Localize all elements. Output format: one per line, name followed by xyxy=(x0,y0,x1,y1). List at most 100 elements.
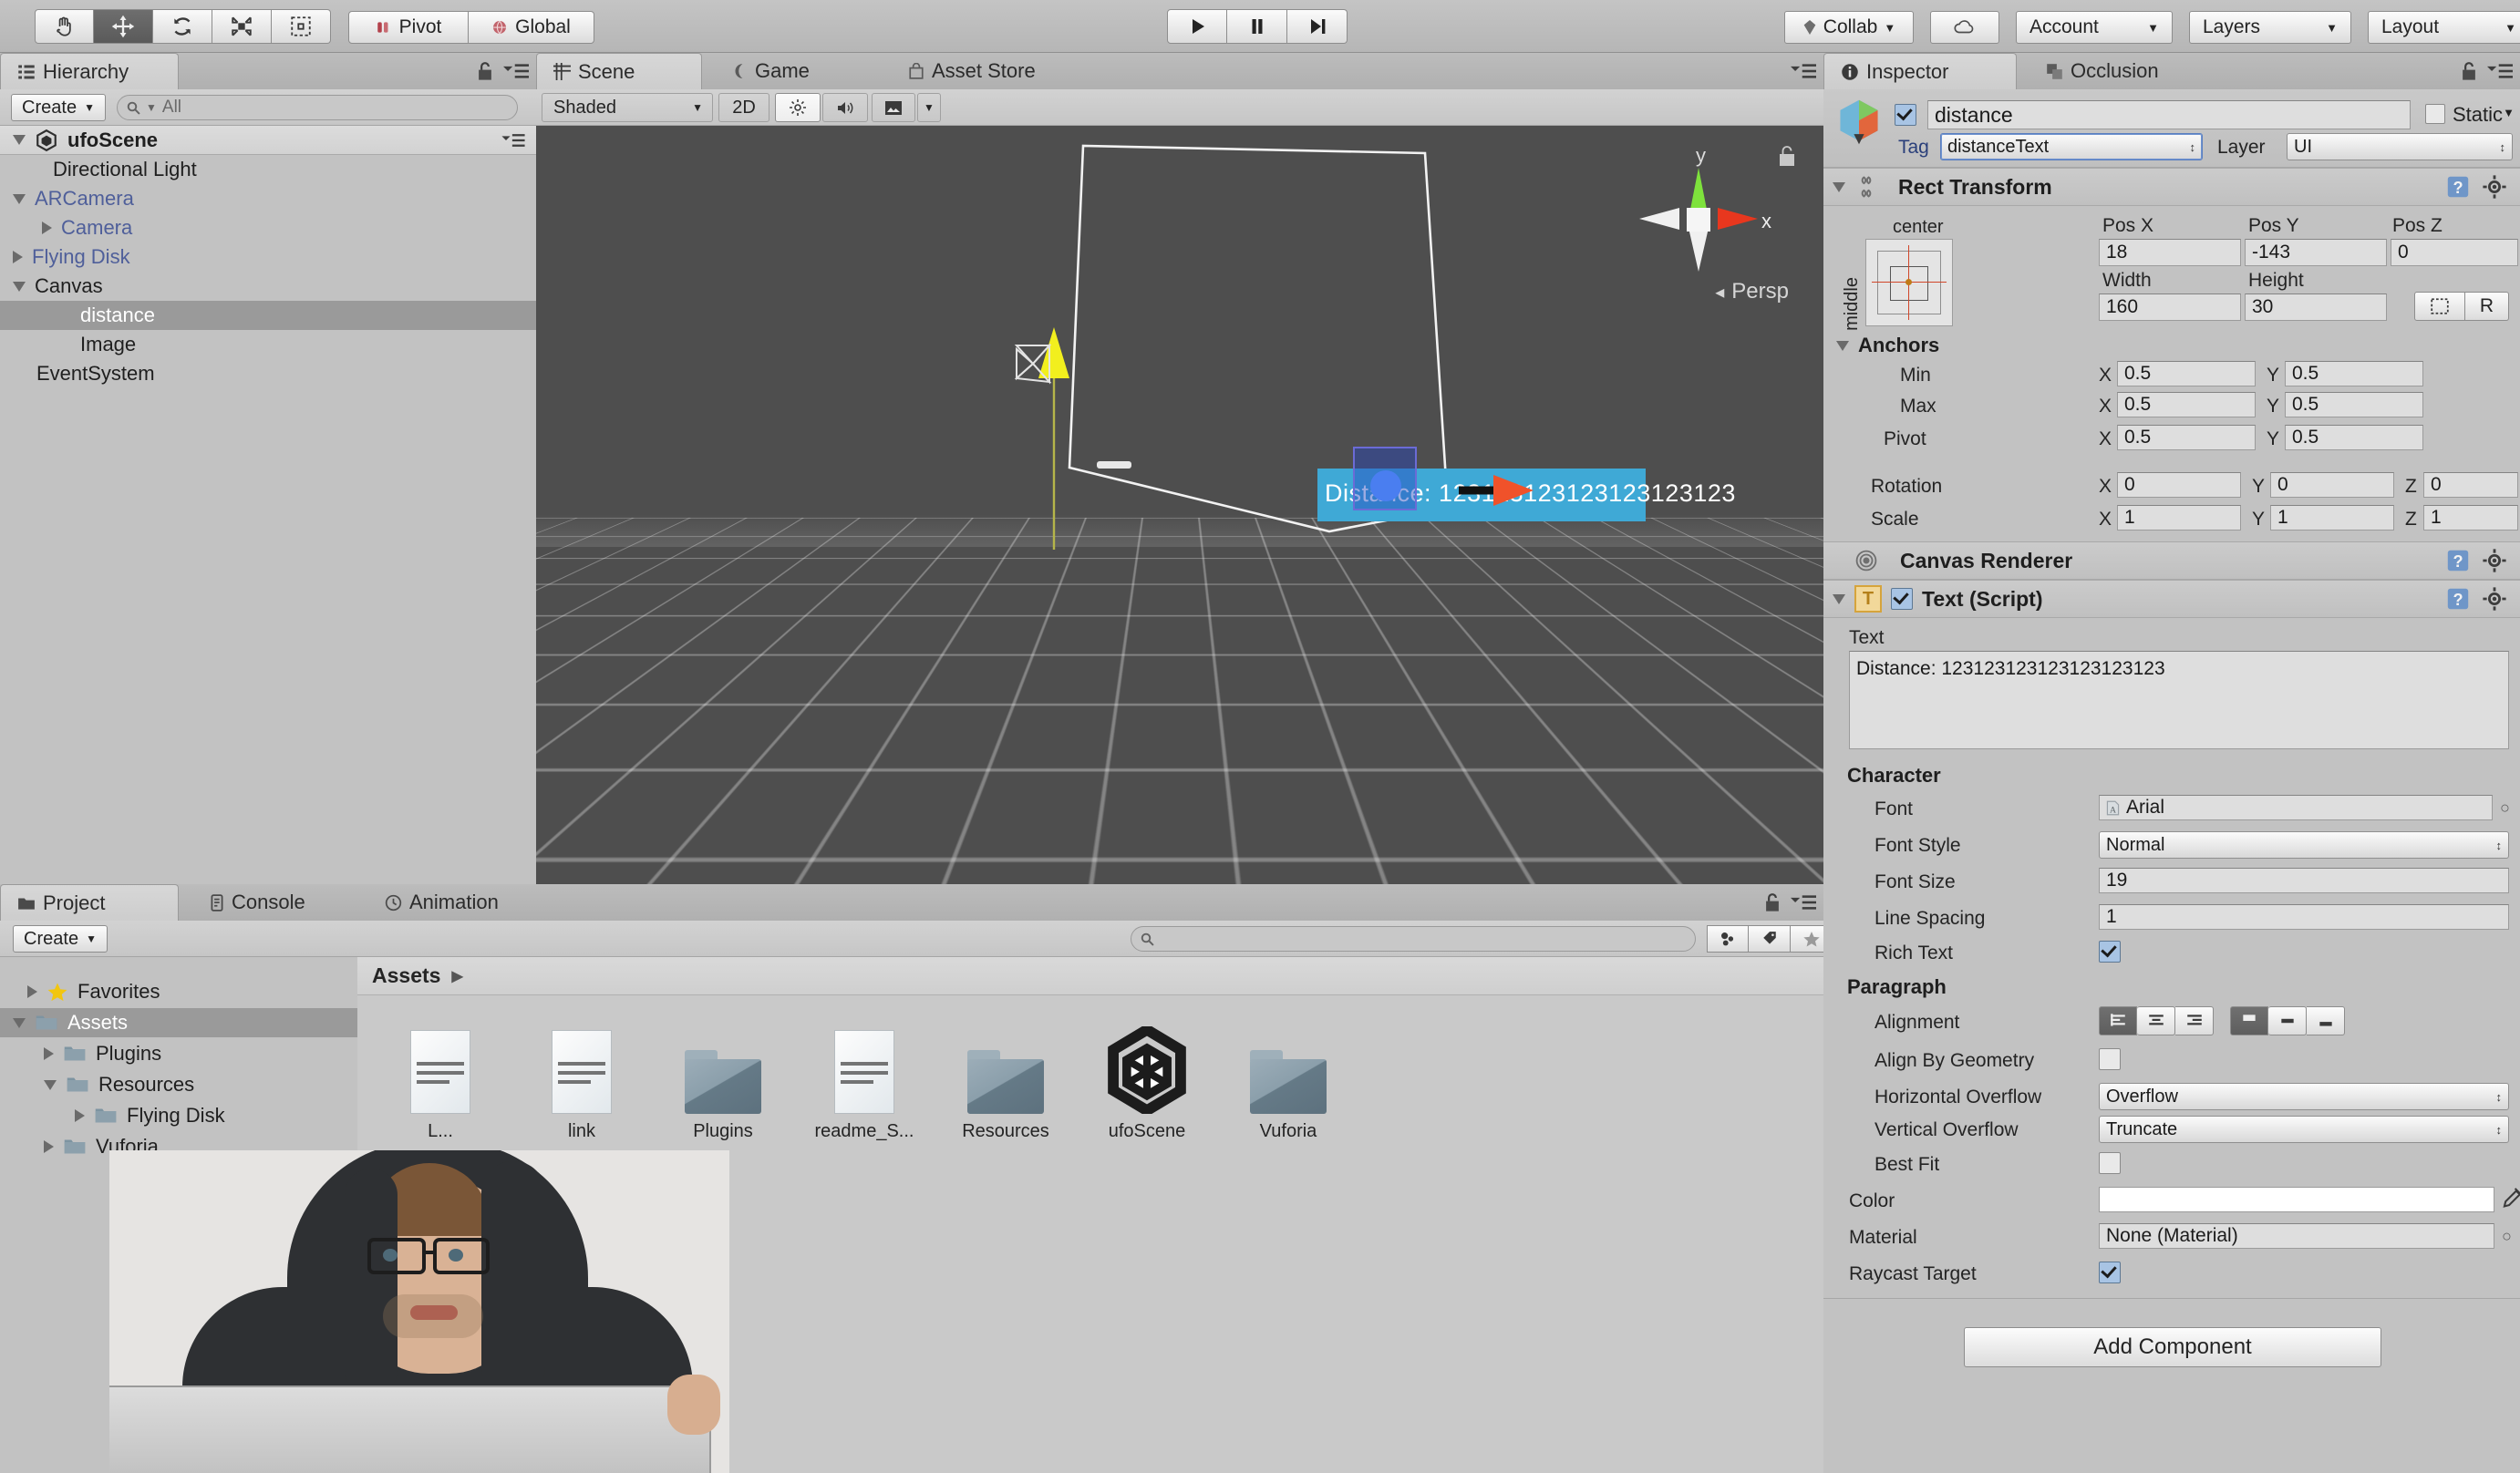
canvas-renderer-header[interactable]: Canvas Renderer ? xyxy=(1823,541,2520,580)
anchor-max-y-input[interactable]: 0.5 xyxy=(2285,392,2423,417)
cloud-button[interactable] xyxy=(1930,11,1999,44)
global-toggle[interactable]: Global xyxy=(469,11,594,44)
pos-x-input[interactable]: 18 xyxy=(2099,239,2241,266)
height-input[interactable]: 30 xyxy=(2245,294,2387,321)
asset-item[interactable]: Resources xyxy=(946,1012,1065,1142)
tag-dropdown[interactable]: distanceText ↕ xyxy=(1940,133,2203,160)
tab-animation[interactable]: Animation xyxy=(368,884,515,921)
project-lock-icon[interactable] xyxy=(1763,892,1782,918)
font-style-dropdown[interactable]: Normal ↕ xyxy=(2099,831,2509,859)
draw-mode-dropdown[interactable]: Shaded ▼ xyxy=(542,93,713,122)
lighting-toggle-button[interactable] xyxy=(775,93,821,122)
tab-game[interactable]: Game xyxy=(715,53,826,89)
hierarchy-item-eventsystem[interactable]: EventSystem xyxy=(0,359,536,388)
move-gizmo-x-arrow[interactable] xyxy=(1457,468,1566,513)
scale-tool[interactable] xyxy=(212,9,272,44)
tab-inspector[interactable]: Inspector xyxy=(1823,53,2017,89)
align-top-icon[interactable] xyxy=(2230,1006,2268,1035)
raw-edit-button[interactable]: R xyxy=(2465,292,2509,321)
gear-icon[interactable] xyxy=(2482,174,2507,200)
align-center-icon[interactable] xyxy=(2137,1006,2175,1035)
breadcrumb[interactable]: Assets ▶ xyxy=(357,957,1823,995)
tab-hierarchy[interactable]: Hierarchy xyxy=(0,53,179,89)
scene-orientation-gizmo[interactable]: y x xyxy=(1621,144,1776,290)
add-component-button[interactable]: Add Component xyxy=(1964,1327,2381,1367)
anchors-twisty-icon[interactable] xyxy=(1836,340,1849,351)
hierarchy-lock-icon[interactable] xyxy=(476,61,494,87)
rect-transform-header[interactable]: Rect Transform ? xyxy=(1823,168,2520,206)
hierarchy-item-arcamera[interactable]: ARCamera xyxy=(0,184,536,213)
scene-menu-icon[interactable] xyxy=(1791,63,1816,85)
project-menu-icon[interactable] xyxy=(1791,894,1816,916)
scene-viewport[interactable]: Distance: 123123123123123123123 y x ◂ Pe… xyxy=(536,126,1823,932)
toggle-2d-button[interactable]: 2D xyxy=(718,93,769,122)
rect-transform-twisty-icon[interactable] xyxy=(1833,181,1845,192)
twisty-icon[interactable] xyxy=(27,985,37,998)
scene-projection-label[interactable]: ◂ Persp xyxy=(1715,279,1789,304)
twisty-icon[interactable] xyxy=(44,1047,54,1060)
step-button[interactable] xyxy=(1287,9,1348,44)
text-script-twisty-icon[interactable] xyxy=(1833,593,1845,604)
play-button[interactable] xyxy=(1167,9,1227,44)
hierarchy-item-image[interactable]: Image xyxy=(0,330,536,359)
best-fit-checkbox[interactable] xyxy=(2099,1152,2121,1174)
hand-tool[interactable] xyxy=(35,9,94,44)
scene-gizmo-lock-icon[interactable] xyxy=(1776,144,1800,170)
help-icon[interactable]: ? xyxy=(2445,548,2471,573)
inspector-menu-icon[interactable] xyxy=(2487,63,2513,85)
gear-icon[interactable] xyxy=(2482,586,2507,612)
asset-item[interactable]: Plugins xyxy=(664,1012,782,1142)
move-tool[interactable] xyxy=(94,9,153,44)
material-picker-icon[interactable]: ○ xyxy=(2502,1227,2512,1246)
tab-scene[interactable]: Scene xyxy=(536,53,702,89)
horizontal-overflow-dropdown[interactable]: Overflow ↕ xyxy=(2099,1083,2509,1110)
label-filter-icon[interactable] xyxy=(1749,925,1791,953)
vertical-overflow-dropdown[interactable]: Truncate ↕ xyxy=(2099,1116,2509,1143)
layers-dropdown[interactable]: Layers ▼ xyxy=(2189,11,2351,44)
hierarchy-item-distance[interactable]: distance xyxy=(0,301,536,330)
asset-item[interactable]: ufoScene xyxy=(1088,1012,1206,1142)
pivot-x-input[interactable]: 0.5 xyxy=(2117,425,2256,450)
twisty-icon[interactable] xyxy=(13,281,26,292)
static-checkbox[interactable] xyxy=(2425,104,2445,124)
width-input[interactable]: 160 xyxy=(2099,294,2241,321)
text-script-header[interactable]: T Text (Script) ? xyxy=(1823,580,2520,618)
inspector-lock-icon[interactable] xyxy=(2460,61,2478,87)
hierarchy-item-canvas[interactable]: Canvas xyxy=(0,272,536,301)
twisty-icon[interactable] xyxy=(13,1017,26,1028)
hierarchy-search-input[interactable]: ▼ All xyxy=(117,95,518,120)
anchor-preset-box[interactable] xyxy=(1865,239,1953,326)
effects-dropdown-arrow[interactable]: ▼ xyxy=(917,93,941,122)
font-object-field[interactable]: A Arial xyxy=(2099,795,2493,820)
rotation-z-input[interactable]: 0 xyxy=(2423,472,2518,498)
project-tree-item-flying-disk[interactable]: Flying Disk xyxy=(0,1101,357,1130)
rect-tool[interactable] xyxy=(272,9,331,44)
text-script-enabled-checkbox[interactable] xyxy=(1891,588,1913,610)
asset-item[interactable]: readme_S... xyxy=(805,1012,924,1142)
anchor-max-x-input[interactable]: 0.5 xyxy=(2117,392,2256,417)
help-icon[interactable]: ? xyxy=(2445,174,2471,200)
scale-z-input[interactable]: 1 xyxy=(2423,505,2518,530)
anchors-group-header[interactable]: Anchors xyxy=(1836,334,1939,357)
line-spacing-input[interactable]: 1 xyxy=(2099,904,2509,930)
move-gizmo-center[interactable] xyxy=(1370,470,1401,501)
effects-toggle-button[interactable] xyxy=(872,93,915,122)
gear-icon[interactable] xyxy=(2482,548,2507,573)
twisty-icon[interactable] xyxy=(13,193,26,204)
color-swatch[interactable] xyxy=(2099,1187,2494,1212)
scale-y-input[interactable]: 1 xyxy=(2270,505,2394,530)
pivot-y-input[interactable]: 0.5 xyxy=(2285,425,2423,450)
audio-toggle-button[interactable] xyxy=(822,93,868,122)
align-left-icon[interactable] xyxy=(2099,1006,2137,1035)
help-icon[interactable]: ? xyxy=(2445,586,2471,612)
project-tree-item-favorites[interactable]: Favorites xyxy=(0,977,357,1006)
collab-button[interactable]: Collab ▼ xyxy=(1784,11,1914,44)
object-name-input[interactable]: distance xyxy=(1927,100,2411,129)
align-middle-icon[interactable] xyxy=(2268,1006,2307,1035)
font-picker-icon[interactable]: ○ xyxy=(2500,798,2510,818)
asset-item[interactable]: Vuforia xyxy=(1229,1012,1348,1142)
scale-x-input[interactable]: 1 xyxy=(2117,505,2241,530)
rotation-x-input[interactable]: 0 xyxy=(2117,472,2241,498)
pause-button[interactable] xyxy=(1227,9,1287,44)
anchor-min-y-input[interactable]: 0.5 xyxy=(2285,361,2423,386)
